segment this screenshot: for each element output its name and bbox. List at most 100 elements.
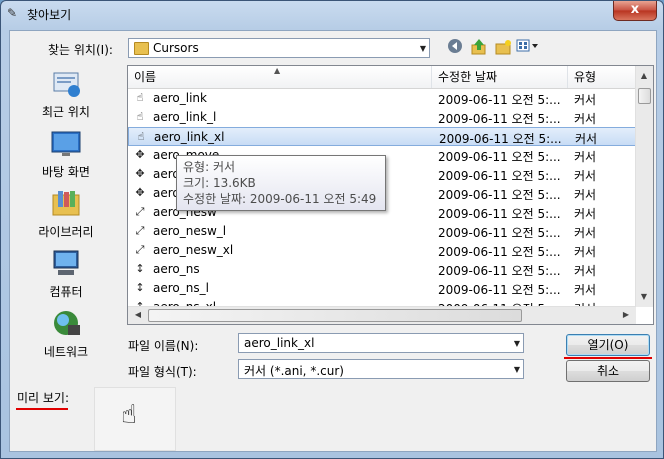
scroll-left-icon[interactable]: ◀ xyxy=(130,307,146,323)
tooltip-type: 유형: 커서 xyxy=(183,160,236,174)
cursor-file-icon: ☝ xyxy=(136,91,144,104)
filetype-combo[interactable]: 커서 (*.ani, *.cur) ▼ xyxy=(238,359,524,379)
column-name-label: 이름 xyxy=(134,70,157,84)
browse-dialog: ✎ 찾아보기 x 찾는 위치(I): Cursors ▼ 최근 위치 바탕 화면… xyxy=(0,0,664,459)
file-date: 2009-06-11 오전 5:... xyxy=(438,169,561,183)
place-recent-label: 최근 위치 xyxy=(42,105,90,119)
cursor-file-icon: ✥ xyxy=(135,186,145,199)
lookin-combo[interactable]: Cursors ▼ xyxy=(128,38,430,58)
file-row[interactable]: ↕ aero_ns 2009-06-11 오전 5:... 커서 xyxy=(128,260,636,279)
file-type: 커서 xyxy=(574,150,597,164)
tooltip-size: 크기: 13.6KB xyxy=(183,176,256,190)
cursor-file-icon: ☝ xyxy=(137,130,145,143)
network-icon xyxy=(50,309,82,339)
hand-cursor-icon: ☝ xyxy=(121,400,137,430)
file-date: 2009-06-11 오전 5:... xyxy=(438,188,561,202)
file-name: aero_nesw_xl xyxy=(153,243,234,257)
close-button[interactable]: x xyxy=(613,1,657,21)
chevron-down-icon: ▼ xyxy=(513,365,520,374)
title-bar[interactable]: ✎ 찾아보기 x xyxy=(1,1,663,29)
filetype-value: 커서 (*.ani, *.cur) xyxy=(244,364,344,378)
file-date: 2009-06-11 오전 5:... xyxy=(438,245,561,259)
file-date: 2009-06-11 오전 5:... xyxy=(439,132,562,146)
file-date: 2009-06-11 오전 5:... xyxy=(438,283,561,297)
scroll-down-icon[interactable]: ▼ xyxy=(636,289,652,305)
file-row[interactable]: ☝ aero_link 2009-06-11 오전 5:... 커서 xyxy=(128,89,636,108)
lookin-value: Cursors xyxy=(153,41,199,55)
dialog-client: 찾는 위치(I): Cursors ▼ 최근 위치 바탕 화면 라이브러리 컴퓨… xyxy=(9,30,657,452)
file-info-tooltip: 유형: 커서 크기: 13.6KB 수정한 날짜: 2009-06-11 오전 … xyxy=(176,155,386,211)
chevron-down-icon: ▼ xyxy=(513,339,520,348)
scroll-up-icon[interactable]: ▲ xyxy=(636,68,652,84)
file-row[interactable]: ⤢ aero_nesw_xl 2009-06-11 오전 5:... 커서 xyxy=(128,241,636,260)
file-type: 커서 xyxy=(574,283,597,297)
filename-value: aero_link_xl xyxy=(244,336,315,350)
file-type: 커서 xyxy=(574,93,597,107)
file-row[interactable]: ☝ aero_link_xl 2009-06-11 오전 5:... 커서 xyxy=(128,127,636,146)
file-type: 커서 xyxy=(575,132,598,146)
sort-up-icon: ▲ xyxy=(274,66,281,75)
horizontal-scrollbar[interactable]: ◀ ▶ xyxy=(128,306,636,324)
file-name: aero_ns xyxy=(153,262,200,276)
cancel-button[interactable]: 취소 xyxy=(566,360,650,382)
filename-label: 파일 이름(N): xyxy=(128,339,199,353)
place-libraries[interactable]: 라이브러리 xyxy=(12,189,120,245)
up-folder-icon[interactable] xyxy=(470,38,488,56)
cursor-file-icon: ⤢ xyxy=(135,205,145,218)
place-desktop[interactable]: 바탕 화면 xyxy=(12,129,120,185)
file-type: 커서 xyxy=(574,112,597,126)
chevron-down-icon: ▼ xyxy=(419,44,426,53)
scroll-right-icon[interactable]: ▶ xyxy=(618,307,634,323)
cursor-file-icon: ✥ xyxy=(135,167,145,180)
file-date: 2009-06-11 오전 5:... xyxy=(438,150,561,164)
place-desktop-label: 바탕 화면 xyxy=(42,165,90,179)
file-row[interactable]: ↕ aero_ns_l 2009-06-11 오전 5:... 커서 xyxy=(128,279,636,298)
column-header-type[interactable]: 유형 xyxy=(568,66,636,88)
file-date: 2009-06-11 오전 5:... xyxy=(438,207,561,221)
file-row[interactable]: ☝ aero_link_l 2009-06-11 오전 5:... 커서 xyxy=(128,108,636,127)
preview-label: 미리 보기: xyxy=(17,391,70,405)
folder-icon xyxy=(134,42,149,55)
open-button-underline xyxy=(564,357,652,359)
horizontal-scroll-thumb[interactable] xyxy=(148,309,522,322)
file-name: aero_ns_l xyxy=(153,281,209,295)
cursor-preview: ☝ xyxy=(94,387,176,451)
vertical-scrollbar[interactable]: ▲ ▼ xyxy=(635,66,653,307)
new-folder-icon[interactable] xyxy=(494,38,512,56)
vertical-scroll-thumb[interactable] xyxy=(638,88,651,104)
cursor-file-icon: ⤢ xyxy=(135,243,145,256)
open-button[interactable]: 열기(O) xyxy=(566,334,650,356)
views-menu-icon[interactable] xyxy=(516,38,540,56)
preview-label-underline xyxy=(16,408,68,410)
file-row[interactable]: ⤢ aero_nesw_l 2009-06-11 오전 5:... 커서 xyxy=(128,222,636,241)
filetype-label: 파일 형식(T): xyxy=(128,365,197,379)
place-libraries-label: 라이브러리 xyxy=(38,225,94,239)
desktop-icon xyxy=(50,129,82,159)
list-header: 이름 ▲ 수정한 날짜 유형 xyxy=(128,66,653,89)
place-recent[interactable]: 최근 위치 xyxy=(12,69,120,125)
place-network[interactable]: 네트워크 xyxy=(12,309,120,365)
file-type: 커서 xyxy=(574,169,597,183)
file-name: aero_link xyxy=(153,91,207,105)
file-type: 커서 xyxy=(574,245,597,259)
file-date: 2009-06-11 오전 5:... xyxy=(438,93,561,107)
place-network-label: 네트워크 xyxy=(43,345,89,359)
filename-combo[interactable]: aero_link_xl ▼ xyxy=(238,333,524,353)
recent-places-icon xyxy=(50,69,82,99)
cursor-file-icon: ↕ xyxy=(135,281,145,294)
computer-icon xyxy=(50,249,82,279)
cursor-file-icon: ↕ xyxy=(135,262,145,275)
file-date: 2009-06-11 오전 5:... xyxy=(438,226,561,240)
file-date: 2009-06-11 오전 5:... xyxy=(438,264,561,278)
file-name: aero_link_xl xyxy=(154,130,225,144)
libraries-icon xyxy=(50,189,82,219)
place-computer-label: 컴퓨터 xyxy=(49,285,83,299)
column-header-name[interactable]: 이름 ▲ xyxy=(128,66,432,88)
place-computer[interactable]: 컴퓨터 xyxy=(12,249,120,305)
back-icon[interactable] xyxy=(446,38,464,56)
file-name: aero_link_l xyxy=(153,110,217,124)
places-bar: 최근 위치 바탕 화면 라이브러리 컴퓨터 네트워크 xyxy=(12,63,120,363)
file-type: 커서 xyxy=(574,226,597,240)
window-title: 찾아보기 xyxy=(27,8,72,22)
column-header-date[interactable]: 수정한 날짜 xyxy=(432,66,568,88)
